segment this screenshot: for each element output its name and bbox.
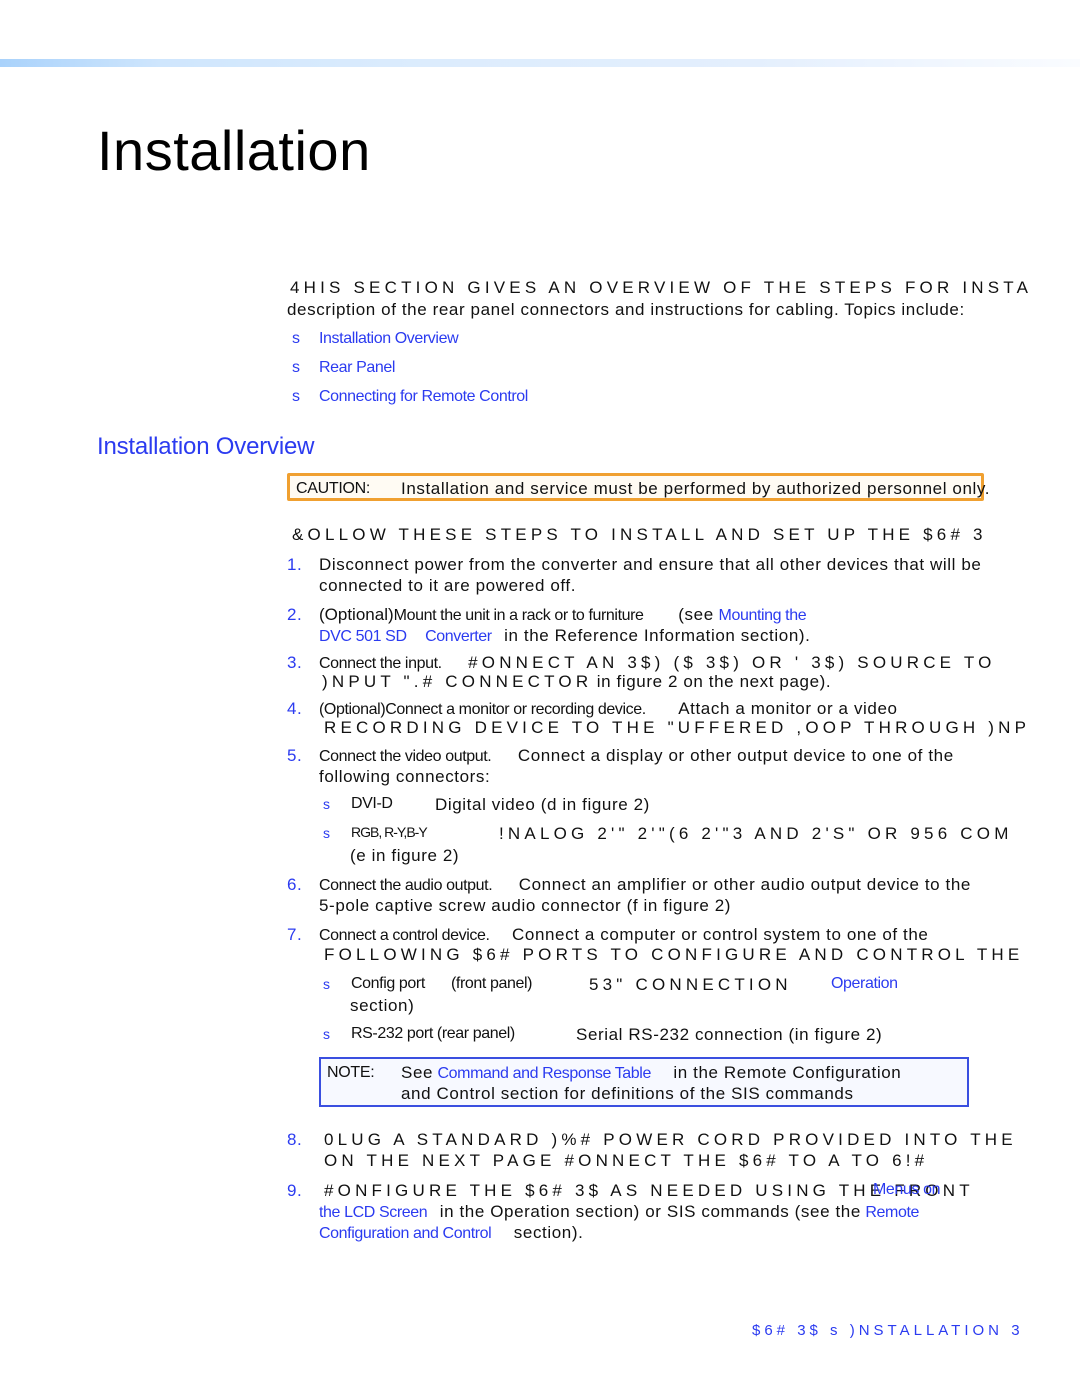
step-7-text: Connect a computer or control system to … — [512, 925, 929, 944]
link-mounting[interactable]: Mounting the — [719, 607, 807, 624]
step-2-line-1: (Optional)Mount the unit in a rack or to… — [319, 605, 807, 625]
bullet-icon: s — [323, 1026, 330, 1042]
step-number: 3. — [287, 653, 303, 672]
step-7-line-1: Connect a control device. Connect a comp… — [319, 925, 929, 945]
port-label: Config port — [351, 975, 425, 992]
step-8-line-2: ON THE NEXT PAGE #ONNECT THE $6# TO A TO… — [324, 1151, 929, 1170]
step-4-optional: (Optional) — [319, 701, 386, 718]
connector-desc: !NALOG 2'" 2'"(6 2'"3 AND 2'S" OR 956 CO… — [499, 824, 1013, 843]
link-command-response-table[interactable]: Command and Response Table — [438, 1065, 652, 1082]
page-number: 3 — [1011, 1322, 1024, 1339]
topic-item: s Installation Overview — [292, 330, 459, 348]
step-9-line-2: the LCD Screen in the Operation section)… — [319, 1202, 919, 1221]
footer-text: $6# 3$ s )NSTALLATION — [752, 1322, 1004, 1339]
link-remote-configuration-control[interactable]: Configuration and Control — [319, 1225, 492, 1242]
caution-text: Installation and service must be perform… — [401, 479, 991, 498]
step-4-action: Connect a monitor or recording device. — [385, 701, 646, 718]
step-2-tail: in the Reference Information section). — [504, 626, 811, 645]
header-gradient-bar — [0, 59, 1080, 67]
steps-lead: &OLLOW THESE STEPS TO INSTALL AND SET UP… — [292, 525, 987, 544]
step-3-line-1: Connect the input. #ONNECT AN 3$) ($ 3$)… — [319, 653, 996, 673]
step-number: 9. — [287, 1181, 303, 1200]
intro-line-2: description of the rear panel connectors… — [287, 300, 965, 319]
step-number: 8. — [287, 1130, 303, 1149]
topic-link-remote-control[interactable]: Connecting for Remote Control — [319, 388, 528, 406]
step-number: 5. — [287, 746, 303, 765]
topic-link-installation-overview[interactable]: Installation Overview — [319, 330, 459, 348]
bullet-icon: s — [323, 796, 330, 812]
step-1-line-1: Disconnect power from the converter and … — [319, 555, 982, 574]
note-line-2: and Control section for definitions of t… — [401, 1084, 854, 1103]
section-heading: Installation Overview — [97, 433, 315, 460]
link-converter[interactable]: Converter — [425, 628, 492, 645]
step-2-see: (see — [678, 605, 714, 624]
step-3-text-2: )NPUT ".# CONNECTOR — [322, 672, 593, 691]
page-footer: $6# 3$ s )NSTALLATION 3 — [752, 1322, 1024, 1339]
step-6-line-1: Connect the audio output. Connect an amp… — [319, 875, 971, 895]
connector-item: s DVI-D Digital video (d in figure 2) — [323, 795, 649, 814]
port-desc: 53" CONNECTION — [589, 975, 792, 994]
topic-item: s Connecting for Remote Control — [292, 388, 528, 406]
link-menus-on[interactable]: Menus on — [873, 1181, 940, 1199]
step-number: 7. — [287, 925, 303, 944]
port-label: RS-232 port (rear panel) — [351, 1025, 515, 1042]
step-4-line-1: (Optional)Connect a monitor or recording… — [319, 699, 898, 719]
bullet-icon: s — [292, 359, 300, 376]
step-number: 2. — [287, 605, 303, 624]
connector-ref: (e in figure 2) — [350, 846, 460, 865]
link-lcd-screen[interactable]: the LCD Screen — [319, 1204, 428, 1221]
bullet-icon: s — [323, 976, 330, 992]
step-number: 1. — [287, 555, 303, 574]
step-5-line-2: following connectors: — [319, 767, 491, 786]
topic-item: s Rear Panel — [292, 359, 395, 377]
step-number: 6. — [287, 875, 303, 894]
step-7-action: Connect a control device. — [319, 927, 490, 944]
connector-desc: Digital video (d in figure 2) — [435, 795, 650, 814]
step-7-line-2: FOLLOWING $6# PORTS TO CONFIGURE AND CON… — [324, 945, 1024, 964]
step-6-line-2: 5-pole captive screw audio connector (f … — [319, 896, 732, 915]
bullet-icon: s — [292, 388, 300, 405]
step-2-action: Mount the unit in a rack or to furniture — [393, 607, 644, 624]
control-port-item: s Config port (front panel) 53" CONNECTI… — [323, 975, 898, 1015]
step-4-line-2: RECORDING DEVICE TO THE "UFFERED ,OOP TH… — [324, 718, 1031, 737]
connector-label: RGB, R-Y,B-Y — [351, 824, 428, 840]
step-2-optional: (Optional) — [319, 605, 394, 624]
note-line-1: See Command and Response Table in the Re… — [401, 1063, 902, 1082]
step-3-action: Connect the input. — [319, 655, 442, 672]
step-2-line-2: DVC 501 SD Converter in the Reference In… — [319, 626, 810, 646]
note-label: NOTE: — [327, 1064, 375, 1081]
step-3-line-2: )NPUT ".# CONNECTOR in figure 2 on the n… — [322, 672, 831, 692]
step-6-text: Connect an amplifier or other audio outp… — [518, 875, 971, 894]
step-3-text: #ONNECT AN 3$) ($ 3$) OR ' 3$) SOURCE TO — [468, 653, 996, 672]
link-remote[interactable]: Remote — [865, 1204, 919, 1221]
step-5-line-1: Connect the video output. Connect a disp… — [319, 746, 954, 766]
link-dvc-501-sd[interactable]: DVC 501 SD — [319, 628, 407, 645]
connector-label: DVI-D — [351, 795, 393, 812]
control-port-item: s RS-232 port (rear panel) Serial RS-232… — [323, 1025, 882, 1044]
port-location: (front panel) — [451, 975, 533, 992]
step-3-ref: in figure 2 on the next page). — [596, 672, 832, 691]
step-8-line-1: 0LUG A STANDARD )%# POWER CORD PROVIDED … — [324, 1130, 1017, 1149]
step-6-action: Connect the audio output. — [319, 877, 493, 894]
port-tail: section) — [350, 996, 415, 1015]
bullet-icon: s — [292, 330, 300, 347]
intro-line-1: 4HIS SECTION GIVES AN OVERVIEW OF THE ST… — [290, 278, 1033, 297]
topic-link-rear-panel[interactable]: Rear Panel — [319, 359, 395, 377]
page-title: Installation — [97, 119, 371, 182]
step-number: 4. — [287, 699, 303, 718]
step-4-text: Attach a monitor or a video — [678, 699, 898, 718]
step-5-action: Connect the video output. — [319, 748, 492, 765]
link-operation[interactable]: Operation — [831, 975, 898, 993]
step-9-line-3: Configuration and Control section). — [319, 1223, 584, 1242]
step-5-text: Connect a display or other output device… — [517, 746, 954, 765]
bullet-icon: s — [323, 825, 330, 841]
port-desc: Serial RS-232 connection (in figure 2) — [576, 1025, 883, 1044]
step-1-line-2: connected to it are powered off. — [319, 576, 577, 595]
connector-item: s RGB, R-Y,B-Y !NALOG 2'" 2'"(6 2'"3 AND… — [323, 824, 1008, 865]
caution-label: CAUTION: — [296, 480, 371, 497]
